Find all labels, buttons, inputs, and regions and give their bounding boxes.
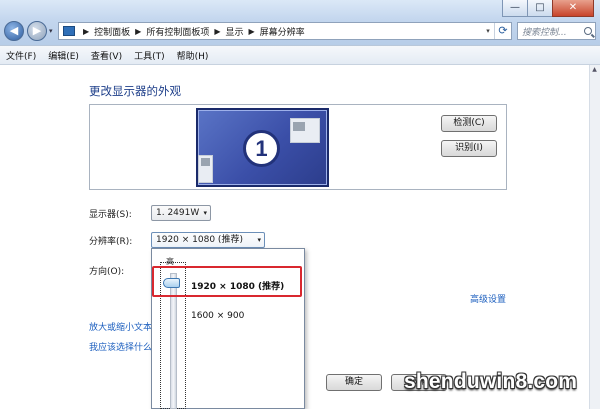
breadcrumb-item-display[interactable]: 显示 [226, 25, 244, 38]
breadcrumb-separator-icon[interactable]: ▶ [135, 27, 141, 36]
forward-arrow-icon: ▶ [32, 24, 42, 37]
address-bar-actions: ▾ ⟳ [482, 23, 511, 39]
breadcrumb-item-all-items[interactable]: 所有控制面板项 [146, 25, 209, 38]
breadcrumb-separator-icon[interactable]: ▶ [249, 27, 255, 36]
identify-button[interactable]: 识别(I) [441, 140, 497, 157]
menu-help[interactable]: 帮助(H) [177, 49, 209, 62]
window-controls: — □ ✕ [502, 0, 594, 18]
breadcrumb-item-control-panel[interactable]: 控制面板 [94, 25, 130, 38]
display-label: 显示器(S): [89, 210, 132, 220]
vertical-scrollbar[interactable] [589, 65, 600, 409]
menu-edit[interactable]: 编辑(E) [48, 49, 79, 62]
watermark: shenduwin8.com [404, 370, 578, 393]
display-select[interactable]: 1. 2491W ▾ [151, 205, 211, 221]
ok-button[interactable]: 确定 [326, 374, 382, 391]
text-size-link[interactable]: 放大或缩小文本 [89, 320, 152, 333]
refresh-icon[interactable]: ⟳ [494, 23, 511, 39]
menu-bar: 文件(F) 编辑(E) 查看(V) 工具(T) 帮助(H) [0, 45, 600, 65]
display-select-value: 1. 2491W [156, 208, 200, 218]
resolution-option-1600[interactable]: 1600 × 900 [191, 311, 244, 321]
resolution-select-value: 1920 × 1080 (推荐) [156, 235, 243, 245]
window-thumbnail-icon [290, 118, 320, 143]
close-button[interactable]: ✕ [552, 0, 594, 17]
breadcrumb-separator-icon[interactable]: ▶ [214, 27, 220, 36]
resolution-select[interactable]: 1920 × 1080 (推荐) ▾ [151, 232, 265, 248]
page-title: 更改显示器的外观 [89, 84, 181, 98]
forward-button[interactable]: ▶ [27, 21, 47, 41]
search-icon[interactable] [584, 27, 592, 35]
orientation-label: 方向(O): [89, 267, 125, 277]
breadcrumb-separator-icon: ▶ [83, 26, 90, 36]
breadcrumb-item-screen-resolution[interactable]: 屏幕分辨率 [260, 25, 305, 38]
breadcrumb: ▶ 控制面板 ▶ 所有控制面板项 ▶ 显示 ▶ 屏幕分辨率 [78, 25, 305, 38]
window-thumbnail-icon [198, 155, 213, 183]
menu-view[interactable]: 查看(V) [91, 49, 122, 62]
detect-button[interactable]: 检测(C) [441, 115, 497, 132]
minimize-button[interactable]: — [502, 0, 528, 17]
back-arrow-icon: ◀ [9, 24, 19, 37]
monitor-number-badge: 1 [243, 130, 280, 167]
back-button[interactable]: ◀ [4, 21, 24, 41]
chevron-down-icon: ▾ [257, 236, 261, 244]
menu-tools[interactable]: 工具(T) [134, 49, 165, 62]
help-choose-link[interactable]: 我应该选择什么 [89, 340, 152, 353]
scroll-up-icon[interactable]: ▲ [589, 65, 600, 75]
recent-pages-dropdown[interactable]: ▾ [49, 27, 53, 35]
control-panel-icon [63, 26, 75, 36]
maximize-button[interactable]: □ [527, 0, 553, 17]
address-bar[interactable]: ▶ 控制面板 ▶ 所有控制面板项 ▶ 显示 ▶ 屏幕分辨率 ▾ ⟳ [58, 22, 512, 40]
advanced-settings-link[interactable]: 高级设置 [470, 292, 506, 305]
address-dropdown-icon[interactable]: ▾ [482, 23, 494, 39]
selected-option-highlight [152, 266, 302, 297]
chevron-down-icon: ▾ [203, 209, 207, 217]
search-box[interactable]: 搜索控制... [517, 22, 596, 40]
resolution-label: 分辨率(R): [89, 237, 133, 247]
search-placeholder: 搜索控制... [522, 27, 567, 38]
menu-file[interactable]: 文件(F) [6, 49, 36, 62]
